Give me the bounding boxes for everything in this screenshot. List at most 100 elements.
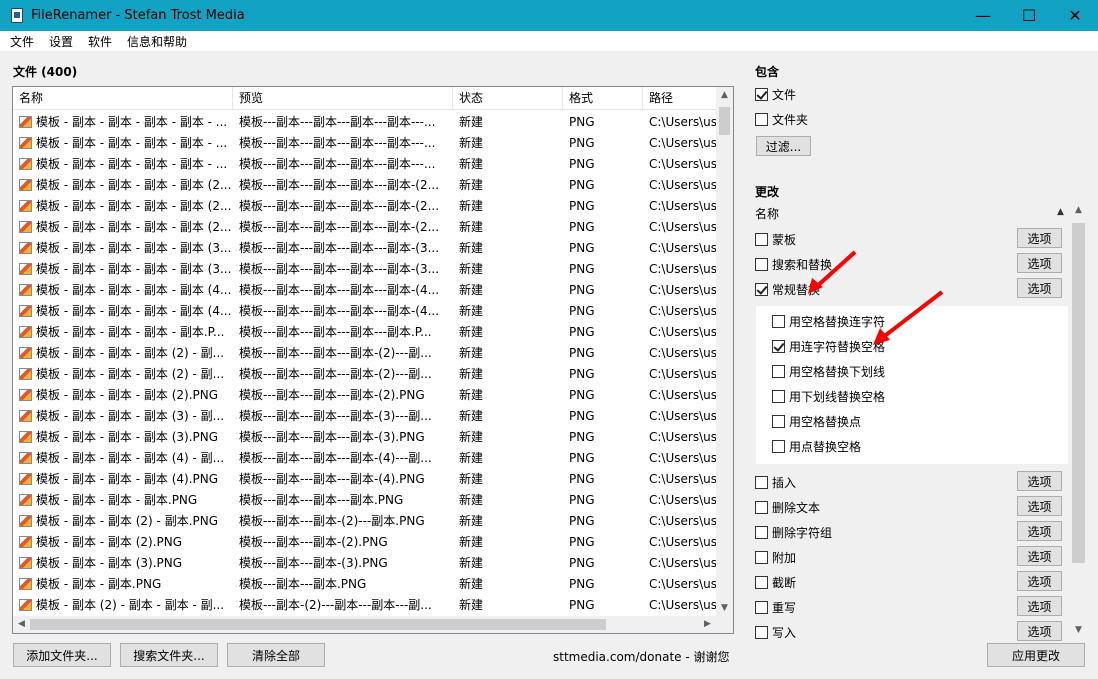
column-header-status[interactable]: 状态 [453, 87, 563, 110]
table-row[interactable]: 模板 - 副本 - 副本 - 副本 - 副本.P... 模板---副本---副本-… [13, 321, 716, 342]
horizontal-scrollbar[interactable]: ◀ ▶ [13, 616, 733, 633]
scroll-up-icon[interactable]: ▲ [1070, 205, 1087, 215]
table-row[interactable]: 模板 - 副本 - 副本 (3).PNG 模板---副本---副本-(3).PNG… [13, 552, 716, 573]
table-row[interactable]: 模板 - 副本 - 副本 (2).PNG 模板---副本---副本-(2).PNG… [13, 531, 716, 552]
option-checkbox[interactable]: 用点替换空格 [772, 438, 861, 455]
table-row[interactable]: 模板 - 副本 - 副本 - 副本 (2) - 副... 模板---副本---副本… [13, 363, 716, 384]
checkbox-icon[interactable] [755, 576, 768, 589]
menu-software[interactable]: 软件 [79, 33, 118, 50]
scroll-down-icon[interactable]: ▼ [716, 600, 733, 617]
options-button[interactable]: 选项 [1017, 596, 1062, 616]
checkbox-icon[interactable] [772, 390, 785, 403]
option-checkbox[interactable]: 常规替换 [755, 281, 820, 298]
checkbox-icon[interactable] [755, 88, 768, 101]
checkbox-icon[interactable] [755, 601, 768, 614]
table-row[interactable]: 模板 - 副本 - 副本 - 副本 - 副本 (4... 模板---副本---副本… [13, 279, 716, 300]
include-folders-checkbox[interactable]: 文件夹 [755, 111, 808, 128]
table-row[interactable]: 模板 - 副本 - 副本 - 副本 - 副本 - ... 模板---副本---副本… [13, 153, 716, 174]
options-button[interactable]: 选项 [1017, 253, 1062, 273]
minimize-button[interactable]: — [960, 0, 1006, 31]
menu-info-help[interactable]: 信息和帮助 [118, 33, 193, 50]
clear-all-button[interactable]: 清除全部 [227, 643, 325, 667]
table-row[interactable]: 模板 - 副本 - 副本 - 副本 - 副本 - ... 模板---副本---副本… [13, 111, 716, 132]
options-button[interactable]: 选项 [1017, 496, 1062, 516]
options-button[interactable]: 选项 [1017, 521, 1062, 541]
option-checkbox[interactable]: 删除文本 [755, 499, 820, 516]
table-row[interactable]: 模板 - 副本 - 副本 - 副本 (3) - 副... 模板---副本---副本… [13, 405, 716, 426]
option-checkbox[interactable]: 蒙板 [755, 231, 796, 248]
checkbox-icon[interactable] [755, 113, 768, 126]
donate-link[interactable]: sttmedia.com/donate - 谢谢您 [553, 648, 730, 665]
option-checkbox[interactable]: 截断 [755, 574, 796, 591]
checkbox-icon[interactable] [772, 340, 785, 353]
checkbox-icon[interactable] [772, 415, 785, 428]
table-row[interactable]: 模板 - 副本 - 副本 - 副本.PNG 模板---副本---副本---副本.P… [13, 489, 716, 510]
options-button[interactable]: 选项 [1017, 621, 1062, 641]
menu-settings[interactable]: 设置 [40, 33, 79, 50]
maximize-button[interactable]: ☐ [1006, 0, 1052, 31]
table-row[interactable]: 模板 - 副本 - 副本 - 副本 (4) - 副... 模板---副本---副本… [13, 447, 716, 468]
option-checkbox[interactable]: 用空格替换连字符 [772, 313, 885, 330]
table-row[interactable]: 模板 - 副本 - 副本 - 副本 (4).PNG 模板---副本---副本---… [13, 468, 716, 489]
add-folder-button[interactable]: 添加文件夹... [13, 643, 111, 667]
file-list[interactable]: 名称 预览 状态 格式 路径 模板 - 副本 - 副本 - 副本 - 副本 - … [12, 86, 734, 634]
search-folder-button[interactable]: 搜索文件夹... [120, 643, 218, 667]
options-button[interactable]: 选项 [1017, 571, 1062, 591]
table-row[interactable]: 模板 - 副本 - 副本 - 副本 (3).PNG 模板---副本---副本---… [13, 426, 716, 447]
checkbox-icon[interactable] [772, 315, 785, 328]
table-row[interactable]: 模板 - 副本 - 副本 - 副本 - 副本 (2... 模板---副本---副本… [13, 195, 716, 216]
checkbox-icon[interactable] [755, 626, 768, 639]
option-checkbox[interactable]: 用下划线替换空格 [772, 388, 885, 405]
options-button[interactable]: 选项 [1017, 546, 1062, 566]
apply-changes-button[interactable]: 应用更改 [987, 643, 1085, 667]
option-checkbox[interactable]: 写入 [755, 624, 796, 641]
checkbox-icon[interactable] [755, 526, 768, 539]
checkbox-icon[interactable] [755, 551, 768, 564]
vertical-scrollbar[interactable]: ▲ ▼ [716, 87, 733, 617]
scroll-thumb[interactable] [719, 107, 730, 135]
table-row[interactable]: 模板 - 副本 - 副本 (2) - 副本.PNG 模板---副本---副本-(2… [13, 510, 716, 531]
checkbox-icon[interactable] [772, 365, 785, 378]
checkbox-icon[interactable] [755, 476, 768, 489]
checkbox-icon[interactable] [755, 501, 768, 514]
scroll-left-icon[interactable]: ◀ [13, 616, 30, 633]
hscroll-thumb[interactable] [30, 619, 606, 630]
filter-button[interactable]: 过滤... [756, 136, 811, 156]
option-checkbox[interactable]: 用空格替换点 [772, 413, 861, 430]
table-row[interactable]: 模板 - 副本 - 副本 - 副本 - 副本 - ... 模板---副本---副本… [13, 132, 716, 153]
option-checkbox[interactable]: 搜索和替换 [755, 256, 832, 273]
checkbox-icon[interactable] [755, 233, 768, 246]
column-header-path[interactable]: 路径 [643, 87, 716, 110]
option-checkbox[interactable]: 插入 [755, 474, 796, 491]
checkbox-icon[interactable] [772, 440, 785, 453]
option-checkbox[interactable]: 用连字符替换空格 [772, 338, 885, 355]
menu-file[interactable]: 文件 [0, 33, 40, 50]
column-header-name[interactable]: 名称 [13, 87, 233, 110]
options-button[interactable]: 选项 [1017, 471, 1062, 491]
table-row[interactable]: 模板 - 副本 - 副本 - 副本 - 副本 (3... 模板---副本---副本… [13, 237, 716, 258]
table-row[interactable]: 模板 - 副本 (2) - 副本 - 副本 - 副... 模板---副本-(2)-… [13, 594, 716, 615]
scroll-up-icon[interactable]: ▲ [716, 87, 733, 104]
table-row[interactable]: 模板 - 副本 - 副本 - 副本 (2) - 副... 模板---副本---副本… [13, 342, 716, 363]
column-header-format[interactable]: 格式 [563, 87, 643, 110]
option-checkbox[interactable]: 用空格替换下划线 [772, 363, 885, 380]
scroll-thumb[interactable] [1072, 223, 1085, 563]
option-checkbox[interactable]: 重写 [755, 599, 796, 616]
table-row[interactable]: 模板 - 副本 - 副本 - 副本 - 副本 (4... 模板---副本---副本… [13, 300, 716, 321]
options-button[interactable]: 选项 [1017, 228, 1062, 248]
scroll-down-icon[interactable]: ▼ [1070, 625, 1087, 635]
options-button[interactable]: 选项 [1017, 278, 1062, 298]
table-row[interactable]: 模板 - 副本 - 副本 - 副本 (2).PNG 模板---副本---副本---… [13, 384, 716, 405]
include-files-checkbox[interactable]: 文件 [755, 86, 796, 103]
table-row[interactable]: 模板 - 副本 - 副本 - 副本 - 副本 (2... 模板---副本---副本… [13, 216, 716, 237]
table-row[interactable]: 模板 - 副本 - 副本.PNG 模板---副本---副本.PNG 新建 PNG C:\… [13, 573, 716, 594]
checkbox-icon[interactable] [755, 258, 768, 271]
scroll-right-icon[interactable]: ▶ [699, 616, 716, 633]
table-row[interactable]: 模板 - 副本 - 副本 - 副本 - 副本 (3... 模板---副本---副本… [13, 258, 716, 279]
table-row[interactable]: 模板 - 副本 - 副本 - 副本 - 副本 (2... 模板---副本---副本… [13, 174, 716, 195]
option-checkbox[interactable]: 附加 [755, 549, 796, 566]
close-button[interactable]: ✕ [1052, 0, 1098, 31]
right-panel-scrollbar[interactable]: ▲ ▼ [1070, 205, 1087, 635]
column-header-preview[interactable]: 预览 [233, 87, 453, 110]
option-checkbox[interactable]: 删除字符组 [755, 524, 832, 541]
